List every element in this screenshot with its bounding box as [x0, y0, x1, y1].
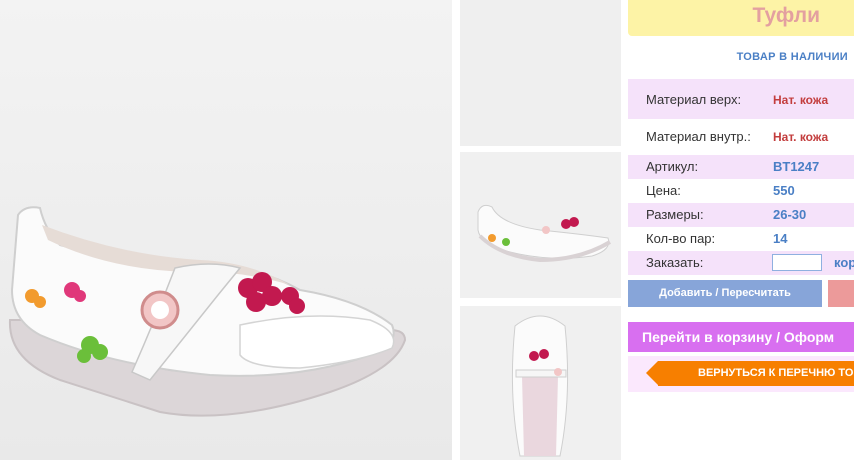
material-top-label: Материал верх:	[646, 92, 742, 107]
sizes-value: 26-30	[773, 207, 807, 222]
price-label: Цена:	[646, 183, 681, 198]
thumbnail-3[interactable]	[460, 306, 621, 460]
main-product-image[interactable]	[0, 0, 452, 460]
row-order: Заказать: кор	[628, 251, 854, 275]
material-inner-value: Нат. кожа	[773, 130, 829, 144]
row-price: Цена: 550	[628, 179, 854, 203]
pairs-value: 14	[773, 231, 788, 246]
order-suffix: кор	[834, 255, 854, 270]
row-material-inner: Материал внутр.: Нат. кожа	[628, 120, 854, 154]
add-recalculate-button[interactable]: Добавить / Пересчитать	[628, 280, 822, 307]
row-sizes: Размеры: 26-30	[628, 203, 854, 227]
sizes-label: Размеры:	[646, 207, 704, 222]
go-to-cart-button[interactable]: Перейти в корзину / Оформ	[628, 322, 854, 352]
secondary-button[interactable]	[828, 280, 854, 307]
thumbnail-2-image[interactable]	[460, 152, 621, 298]
material-inner-label: Материал внутр.:	[646, 129, 751, 144]
row-pairs: Кол-во пар: 14	[628, 227, 854, 251]
product-title-box: Туфли	[628, 0, 854, 36]
row-article: Артикул: BT1247	[628, 155, 854, 179]
material-top-value: Нат. кожа	[773, 93, 829, 107]
order-quantity-input[interactable]	[772, 254, 822, 271]
back-to-list-button[interactable]: ВЕРНУТЬСЯ К ПЕРЕЧНЮ ТО	[658, 361, 854, 386]
product-title: Туфли	[752, 4, 820, 27]
price-value: 550	[773, 183, 795, 198]
back-arrow-icon	[646, 361, 658, 385]
stock-status: ТОВАР В НАЛИЧИИ	[736, 51, 848, 63]
pairs-label: Кол-во пар:	[646, 231, 716, 246]
order-label: Заказать:	[646, 255, 704, 270]
thumbnail-2[interactable]	[460, 0, 621, 146]
article-value: BT1247	[773, 159, 820, 174]
row-material-top: Материал верх: Нат. кожа	[628, 79, 854, 119]
article-label: Артикул:	[646, 159, 699, 174]
